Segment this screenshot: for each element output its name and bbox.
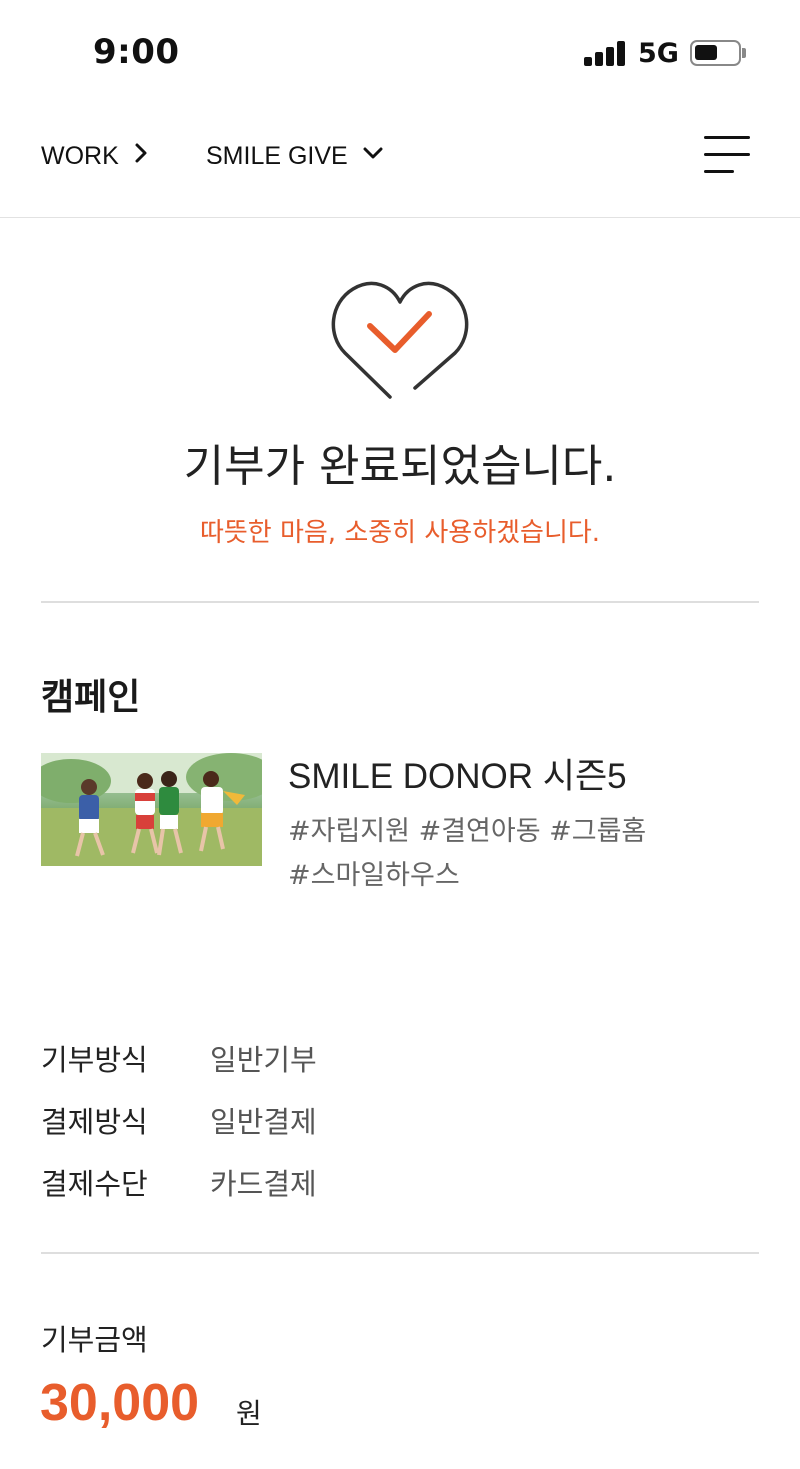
breadcrumb-smile-give-label: SMILE GIVE [206,142,348,170]
payment-method-value: 일반결제 [210,1105,317,1139]
campaign-section-title: 캠페인 [41,677,141,718]
breadcrumb-work[interactable]: WORK [41,142,149,171]
donation-amount-label: 기부금액 [41,1323,148,1357]
chevron-down-icon [362,139,384,168]
breadcrumb-smile-give-dropdown[interactable]: SMILE GIVE [206,142,384,171]
donation-amount-unit: 원 [236,1397,262,1430]
campaign-tags-line: #자립지원 #결연아동 #그룹홈 [288,816,647,847]
breadcrumb-work-label: WORK [41,142,119,170]
campaign-thumbnail-image[interactable] [41,753,262,866]
heart-check-icon [330,276,470,404]
status-time: 9:00 [93,32,180,72]
payment-method-label: 결제방식 [41,1105,148,1139]
status-bar: 9:00 5G [0,0,800,100]
battery-tip [742,48,746,58]
completion-title: 기부가 완료되었습니다. [183,441,617,492]
payment-means-label: 결제수단 [41,1167,148,1201]
campaign-tags-line: #스마일하우스 [288,860,460,891]
campaign-name[interactable]: SMILE DONOR 시즌5 [288,748,627,799]
completion-subtitle: 따뜻한 마음, 소중히 사용하겠습니다. [199,518,601,548]
cellular-signal-icon [584,40,628,66]
payment-means-value: 카드결제 [210,1167,317,1201]
top-navigation: WORK SMILE GIVE [0,100,800,218]
donation-method-value: 일반기부 [210,1043,317,1077]
chevron-right-icon [133,142,149,171]
divider [41,1252,759,1254]
battery-icon [690,40,741,66]
network-type: 5G [638,38,679,69]
donation-method-label: 기부방식 [41,1043,148,1077]
campaign-tags: #자립지원 #결연아동 #그룹홈 #스마일하우스 [288,810,728,898]
donation-amount-value: 30,000 [40,1374,200,1432]
divider [41,601,759,603]
hamburger-menu-button[interactable] [704,136,750,176]
